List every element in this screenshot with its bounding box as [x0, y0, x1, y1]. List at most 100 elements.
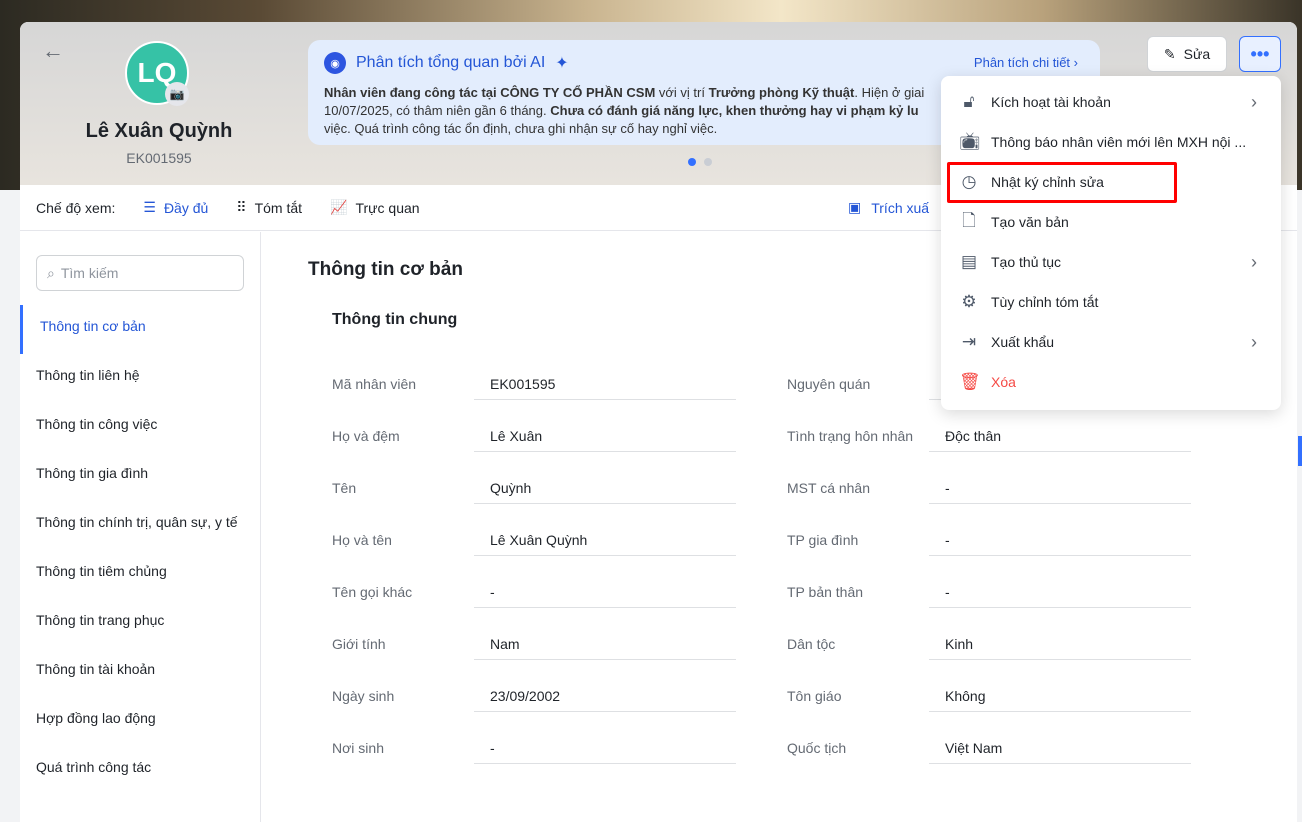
t: Trưởng phòng Kỹ thuật	[708, 85, 855, 100]
field-value[interactable]: Việt Nam	[929, 726, 1191, 764]
search-input[interactable]: ⌕ Tìm kiếm	[36, 255, 244, 291]
menu-item-label: Xuất khẩu	[991, 334, 1055, 350]
field-row: Giới tính Nam	[332, 622, 762, 674]
sidebar-item[interactable]: Thông tin tài khoản	[20, 648, 260, 697]
field-value[interactable]: Lê Xuân Quỳnh	[474, 518, 736, 556]
menu-item[interactable]: 🗑︎ Xóa	[941, 362, 1281, 402]
view-full[interactable]: ☰ Đầy đủ	[143, 199, 208, 216]
extract-button[interactable]: ▣ Trích xuấ	[848, 199, 929, 216]
field-label: Dân tộc	[787, 636, 836, 652]
menu-item[interactable]: 🗋 Tạo văn bản	[941, 202, 1281, 242]
t: với vị trí	[655, 85, 709, 100]
field-row: Tên Quỳnh	[332, 466, 762, 518]
unlock-icon: 🔓︎	[963, 92, 975, 111]
field-label: Tình trạng hôn nhân	[787, 428, 914, 444]
t: . Hiện ở giai	[854, 85, 925, 100]
sidebar-item[interactable]: Hợp đồng lao động	[20, 697, 260, 746]
menu-item-label: Tùy chỉnh tóm tắt	[991, 294, 1099, 310]
view-summary[interactable]: ⠿ Tóm tắt	[236, 199, 302, 216]
field-label: Ngày sinh	[332, 688, 395, 704]
field-value[interactable]: Kinh	[929, 622, 1191, 660]
field-row: MST cá nhân -	[787, 466, 1217, 518]
field-row: TP bản thân -	[787, 570, 1217, 622]
more-button[interactable]: •••	[1239, 36, 1281, 72]
field-value[interactable]: -	[929, 518, 1191, 556]
menu-item[interactable]: ▤ Tạo thủ tục ›	[941, 242, 1281, 282]
field-value[interactable]: -	[929, 466, 1191, 504]
menu-item[interactable]: ⚙ Tùy chỉnh tóm tắt	[941, 282, 1281, 322]
field-value[interactable]: -	[474, 570, 736, 608]
field-row: Ngày sinh 23/09/2002	[332, 674, 762, 726]
menu-item[interactable]: 📺︎ Thông báo nhân viên mới lên MXH nội ..…	[941, 122, 1281, 162]
field-row: Họ và tên Lê Xuân Quỳnh	[332, 518, 762, 570]
chevron-right-icon: ›	[1251, 91, 1257, 112]
scrollbar[interactable]	[1298, 436, 1302, 466]
employee-name: Lê Xuân Quỳnh	[85, 120, 233, 142]
field-value[interactable]: EK001595	[474, 362, 736, 400]
field-value[interactable]: -	[929, 570, 1191, 608]
field-label: Tôn giáo	[787, 688, 842, 704]
search-placeholder: Tìm kiếm	[60, 265, 119, 281]
field-value[interactable]: Nam	[474, 622, 736, 660]
field-value[interactable]: -	[474, 726, 736, 764]
grid-icon: ⠿	[236, 199, 247, 215]
sidebar-item[interactable]: Thông tin công việc	[20, 403, 260, 452]
view-mode-label: Chế độ xem:	[36, 199, 116, 216]
more-menu: 🔓︎ Kích hoạt tài khoản › 📺︎ Thông báo nhân v…	[941, 76, 1281, 410]
menu-item-label: Xóa	[991, 374, 1016, 390]
field-row: Tôn giáo Không	[787, 674, 1217, 726]
field-row: Tên gọi khác -	[332, 570, 762, 622]
t: Nhân viên đang công tác tại CÔNG TY CỔ P…	[324, 85, 656, 100]
edit-label: Sửa	[1183, 46, 1211, 62]
field-row: Nơi sinh -	[332, 726, 762, 778]
camera-icon[interactable]: 📷	[165, 82, 189, 106]
sidebar-item[interactable]: Thông tin gia đình	[20, 452, 260, 501]
tv-icon: 📺︎	[959, 132, 981, 151]
field-label: Họ và đệm	[332, 428, 400, 444]
arrow-left-icon[interactable]: ←	[42, 38, 64, 64]
l: Tóm tắt	[254, 199, 303, 216]
id-card-icon: ▣	[848, 199, 862, 215]
menu-item[interactable]: 🔓︎ Kích hoạt tài khoản ›	[941, 82, 1281, 122]
menu-item-label: Kích hoạt tài khoản	[991, 94, 1111, 110]
field-label: TP gia đình	[787, 532, 859, 548]
field-label: Họ và tên	[332, 532, 392, 548]
ai-detail-label: Phân tích chi tiết	[973, 55, 1071, 70]
view-visual[interactable]: 📈 Trực quan	[330, 199, 420, 216]
field-value[interactable]: Không	[929, 674, 1191, 712]
menu-item-label: Tạo văn bản	[991, 214, 1069, 230]
ai-detail-link[interactable]: Phân tích chi tiết ›	[973, 55, 1078, 70]
field-label: Quốc tịch	[787, 740, 847, 756]
gear-icon: ⚙	[961, 292, 977, 311]
sidebar: ⌕ Tìm kiếm Thông tin cơ bản Thông tin liên…	[20, 232, 261, 822]
field-label: TP bản thân	[787, 584, 864, 600]
field-row: Tình trạng hôn nhân Độc thân	[787, 414, 1217, 466]
sidebar-item[interactable]: Thông tin tiêm chủng	[20, 550, 260, 599]
field-value[interactable]: 23/09/2002	[474, 674, 736, 712]
export-icon: ⇥	[961, 332, 977, 351]
field-value[interactable]: Lê Xuân	[474, 414, 736, 452]
sidebar-item[interactable]: Quá trình công tác	[20, 746, 260, 795]
field-row: Mã nhân viên EK001595	[332, 362, 762, 414]
field-row: TP gia đình -	[787, 518, 1217, 570]
carousel-dots[interactable]	[688, 158, 712, 166]
field-row: Quốc tịch Việt Nam	[787, 726, 1217, 778]
sidebar-item[interactable]: Thông tin liên hệ	[20, 354, 260, 403]
ai-title: Phân tích tổng quan bởi AI	[356, 54, 546, 71]
field-label: Nguyên quán	[787, 376, 871, 392]
edit-button[interactable]: ✎ Sửa	[1147, 36, 1227, 72]
field-row: Họ và đệm Lê Xuân	[332, 414, 762, 466]
menu-item[interactable]: ⇥ Xuất khẩu ›	[941, 322, 1281, 362]
menu-item-label: Thông báo nhân viên mới lên MXH nội ...	[991, 134, 1247, 150]
highlight-box	[947, 162, 1177, 203]
chart-icon: 📈	[330, 199, 348, 215]
sidebar-item[interactable]: Thông tin trang phục	[20, 599, 260, 648]
sidebar-item[interactable]: Thông tin cơ bản	[20, 305, 260, 354]
employee-code: EK001595	[126, 150, 192, 166]
field-label: Nơi sinh	[332, 740, 384, 756]
field-value[interactable]: Độc thân	[929, 414, 1191, 452]
sidebar-item[interactable]: Thông tin chính trị, quân sự, y tế	[20, 501, 260, 550]
field-value[interactable]: Quỳnh	[474, 466, 736, 504]
field-label: Tên gọi khác	[332, 584, 413, 600]
field-row: Dân tộc Kinh	[787, 622, 1217, 674]
